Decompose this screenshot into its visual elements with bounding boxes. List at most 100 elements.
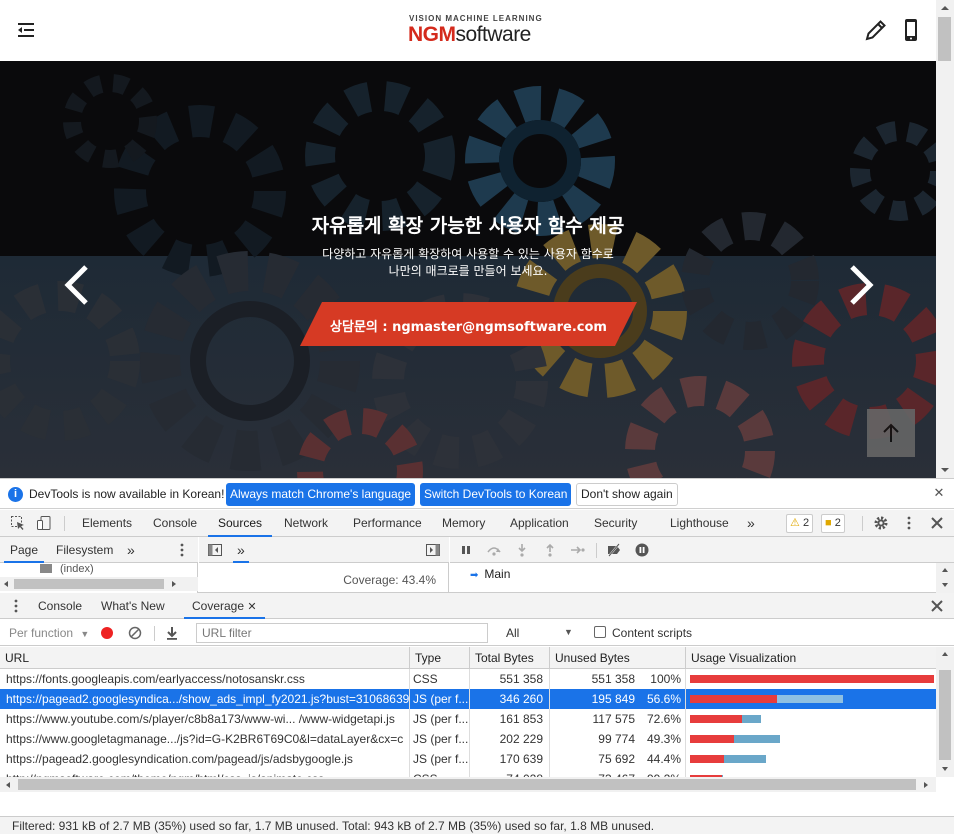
tab-memory[interactable]: Memory [442,510,485,537]
coverage-mode-value: Per function [9,626,74,640]
chevron-left-icon[interactable] [60,261,92,309]
tab-security[interactable]: Security [594,510,637,537]
scrollbar-thumb[interactable] [14,579,164,589]
tab-elements[interactable]: Elements [82,510,132,537]
inspect-element-icon[interactable] [10,515,26,531]
table-row[interactable]: https://www.googletagmanage.../js?id=G-K… [0,729,936,749]
content-scripts-checkbox[interactable] [594,626,606,638]
unused-bytes: 75 692 [598,752,635,766]
gear-icon[interactable] [873,515,889,531]
coverage-horizontal-scrollbar[interactable] [0,777,936,792]
thread-item[interactable]: ➡ Main [470,567,510,581]
tab-lighthouse[interactable]: Lighthouse [670,510,729,537]
tab-console[interactable]: Console [153,510,197,537]
pencil-icon[interactable] [864,18,888,42]
scrollbar-thumb[interactable] [18,779,916,790]
scroll-right-arrow-icon[interactable] [922,781,930,789]
debugger-toolbar [450,537,954,563]
scroll-up-arrow-icon[interactable] [941,650,949,658]
step-into-icon[interactable] [514,542,530,558]
column-header-type[interactable]: Type [410,647,470,669]
phone-icon[interactable] [900,18,922,42]
warnings-badge[interactable]: ⚠ 2 [786,514,814,533]
column-header-total-bytes[interactable]: Total Bytes [470,647,550,669]
kebab-menu-icon[interactable] [174,542,190,558]
file-name: (index) [60,563,94,575]
navigator-horizontal-scrollbar[interactable] [0,577,198,591]
coverage-vertical-scrollbar[interactable] [936,647,954,777]
cta-label: 상담문의 : ngmaster@ngmsoftware.com [330,320,607,335]
page-scrollbar[interactable] [936,0,954,478]
tab-sources[interactable]: Sources [208,510,273,537]
scroll-down-arrow-icon[interactable] [941,765,949,773]
scroll-left-arrow-icon[interactable] [2,580,10,588]
unused-bytes: 195 849 [591,692,635,706]
drawer-tab-whats-new[interactable]: What's New [101,593,165,619]
close-icon[interactable]: ✕ [932,486,946,500]
tab-filesystem[interactable]: Filesystem [56,537,113,563]
scroll-right-arrow-icon[interactable] [170,580,178,588]
toolbar-divider [64,516,65,531]
scroll-up-arrow-icon[interactable] [936,0,954,16]
deactivate-breakpoints-icon[interactable] [606,542,622,558]
toggle-debugger-icon[interactable] [425,542,441,558]
device-toolbar-icon[interactable] [36,515,52,531]
table-row[interactable]: https://pagead2.googlesyndica.../show_ad… [0,689,936,709]
table-row[interactable]: https://fonts.googleapis.com/earlyaccess… [0,669,936,689]
switch-to-korean-button[interactable]: Switch DevTools to Korean [420,483,572,506]
debugger-vertical-scrollbar[interactable] [936,563,954,593]
tab-network[interactable]: Network [284,510,328,537]
step-over-icon[interactable] [486,542,502,558]
contact-cta-button[interactable]: 상담문의 : ngmaster@ngmsoftware.com [300,302,637,346]
close-devtools-icon[interactable] [929,515,945,531]
dropdown-arrow-icon: ▼ [564,627,573,637]
editor-tabs-overflow-icon[interactable]: » [233,537,249,563]
more-tabs-icon[interactable]: » [127,537,135,563]
navigator-file-item[interactable]: (index) [40,563,94,577]
kebab-menu-icon[interactable] [901,515,917,531]
drawer-tab-coverage[interactable]: Coverage ✕ [184,593,265,619]
cell-unused: 195 849 56.6% [550,689,686,709]
clear-icon[interactable] [127,625,143,641]
tab-page[interactable]: Page [4,537,45,563]
more-tabs-icon[interactable]: » [747,510,755,537]
dont-show-again-button[interactable]: Don't show again [576,483,678,506]
drawer-tab-console[interactable]: Console [38,593,82,619]
pause-icon[interactable] [458,542,474,558]
scroll-left-arrow-icon[interactable] [4,781,12,789]
record-icon[interactable] [99,625,115,641]
scroll-down-arrow-icon[interactable] [941,581,949,589]
step-out-icon[interactable] [542,542,558,558]
type-filter-select[interactable]: All ▼ [506,626,574,640]
scroll-to-top-button[interactable] [867,409,915,457]
step-icon[interactable] [570,542,586,558]
menu-collapse-icon[interactable] [16,20,36,40]
column-header-unused-bytes[interactable]: Unused Bytes [550,647,686,669]
kebab-menu-icon[interactable] [8,598,24,614]
toggle-navigator-icon[interactable] [207,542,223,558]
usage-bar-unused [723,755,766,763]
table-row[interactable]: https://www.youtube.com/s/player/c8b8a17… [0,709,936,729]
export-download-icon[interactable] [164,625,180,641]
pause-on-exceptions-icon[interactable] [634,542,650,558]
close-tab-icon[interactable]: ✕ [247,601,256,613]
tab-application[interactable]: Application [510,510,569,537]
site-logo[interactable]: VISION MACHINE LEARNING NGMsoftware [408,14,542,48]
scrollbar-thumb[interactable] [939,670,951,760]
issues-badge[interactable]: ■ 2 [821,514,845,533]
tab-performance[interactable]: Performance [353,510,422,537]
drawer-tab-coverage-label: Coverage [192,599,245,613]
content-scripts-label: Content scripts [612,626,693,640]
column-header-url[interactable]: URL [0,647,410,669]
match-chrome-language-button[interactable]: Always match Chrome's language [226,483,416,506]
coverage-mode-select[interactable]: Per function ▼ [9,626,89,640]
column-header-usage-visualization[interactable]: Usage Visualization [686,647,936,669]
close-drawer-icon[interactable] [929,598,945,614]
table-row[interactable]: https://pagead2.googlesyndication.com/pa… [0,749,936,769]
cell-total: 170 639 [470,749,550,769]
scrollbar-thumb[interactable] [938,17,951,61]
chevron-right-icon[interactable] [846,261,878,309]
scroll-down-arrow-icon[interactable] [936,462,954,478]
scroll-up-arrow-icon[interactable] [941,566,949,574]
url-filter-input[interactable] [196,623,488,643]
